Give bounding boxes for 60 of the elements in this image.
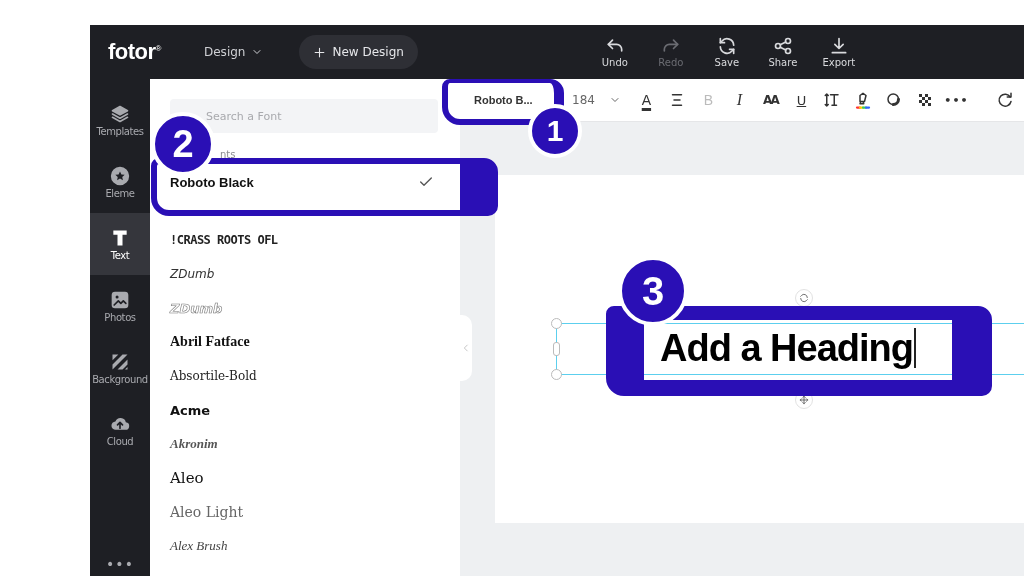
font-size-selector[interactable]: 184 xyxy=(572,93,621,107)
line-spacing-icon xyxy=(823,91,842,109)
font-option[interactable]: Akronim xyxy=(170,427,438,461)
resize-handle[interactable] xyxy=(551,318,562,329)
font-option[interactable]: Alex Brush xyxy=(170,529,438,563)
sidebar-item[interactable]: Templates xyxy=(90,89,150,151)
save-button[interactable]: Save xyxy=(707,36,746,68)
font-option[interactable]: !CRASS ROOTS OFL xyxy=(170,223,438,257)
sidebar-item[interactable]: Cloud xyxy=(90,399,150,461)
sidebar-item[interactable]: Background xyxy=(90,337,150,399)
rotate-icon xyxy=(799,293,809,303)
font-name: Absortile-Bold xyxy=(170,369,257,383)
section-label: nts xyxy=(220,149,237,162)
font-name: Abril Fatface xyxy=(170,334,250,350)
color-tool[interactable]: A xyxy=(630,88,662,112)
font-name: Acme xyxy=(170,402,211,418)
font-option[interactable]: ZDumb xyxy=(170,291,438,325)
font-option[interactable]: Aleo xyxy=(170,461,438,495)
sidebar-item[interactable]: Photos xyxy=(90,275,150,337)
underline-tool[interactable]: U xyxy=(785,88,817,112)
move-icon xyxy=(799,395,809,405)
new-design-button[interactable]: New Design xyxy=(299,35,418,69)
rotate-handle[interactable] xyxy=(795,289,813,307)
more-button[interactable]: ••• xyxy=(90,552,150,576)
image-icon xyxy=(110,289,130,310)
heading-text[interactable]: Add a Heading xyxy=(660,325,914,371)
sidebar-item[interactable]: Eleme xyxy=(90,151,150,213)
share-button[interactable]: Share xyxy=(763,36,802,68)
share-icon xyxy=(772,36,793,56)
highlighter-icon xyxy=(854,91,873,109)
font-name: ZDumb xyxy=(170,300,223,316)
sidebar-item[interactable]: Text xyxy=(90,213,150,275)
side-handle[interactable] xyxy=(553,342,560,356)
font-name: !CRASS ROOTS OFL xyxy=(170,233,278,247)
font-name: Aleo Light xyxy=(170,504,244,520)
italic-tool[interactable]: I xyxy=(723,88,755,112)
redo-circle-icon xyxy=(996,91,1015,109)
layers-icon xyxy=(110,103,130,124)
font-selector[interactable]: Roboto B... xyxy=(474,94,544,106)
resize-handle[interactable] xyxy=(551,369,562,380)
font-name: Aleo xyxy=(170,469,204,487)
plus-icon xyxy=(313,45,327,59)
chevron-left-icon xyxy=(461,343,471,353)
design-menu[interactable]: Design xyxy=(204,45,264,59)
font-option[interactable]: ZDumb xyxy=(170,257,438,291)
font-option[interactable]: Abril Fatface xyxy=(170,325,438,359)
more-tool[interactable]: ••• xyxy=(940,88,972,112)
undo-button[interactable]: Undo xyxy=(595,36,634,68)
logo: fotor$^{®}$ xyxy=(108,39,163,65)
case-tool[interactable]: AA xyxy=(754,88,786,112)
font-name: Alex Brush xyxy=(170,538,228,554)
font-option[interactable]: Absortile-Bold xyxy=(170,359,438,393)
collapse-handle[interactable] xyxy=(460,315,472,381)
font-option[interactable]: Aleo Light xyxy=(170,495,438,529)
font-name: Akronim xyxy=(170,436,218,452)
font-name: Roboto Black xyxy=(170,174,254,190)
text-cursor xyxy=(914,328,917,368)
font-name: ZDumb xyxy=(170,267,215,281)
export-button[interactable]: Export xyxy=(819,36,858,68)
font-option[interactable]: Acme xyxy=(170,393,438,427)
